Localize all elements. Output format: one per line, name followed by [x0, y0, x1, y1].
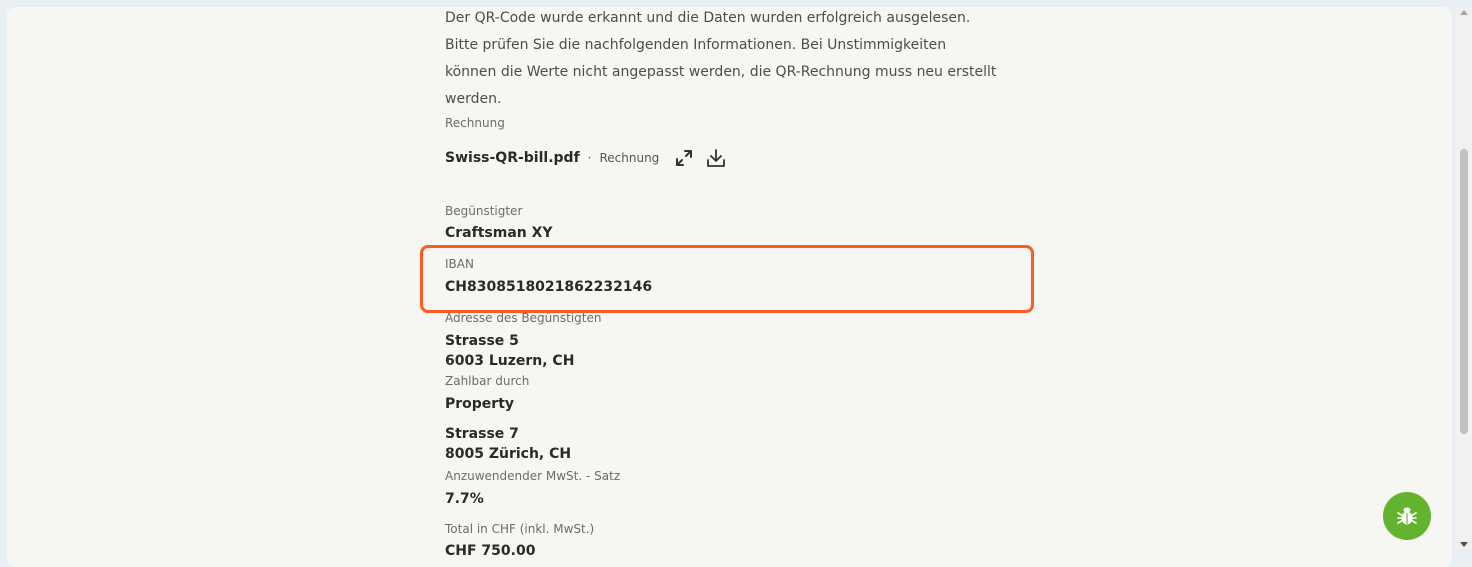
bug-report-button[interactable]: [1383, 492, 1431, 540]
scroll-down-arrow-icon[interactable]: [1460, 542, 1468, 547]
scroll-up-arrow-icon[interactable]: [1460, 10, 1468, 15]
intro-line-2: Bitte prüfen Sie die nachfolgenden Infor…: [445, 37, 947, 53]
invoice-label: Rechnung: [445, 116, 505, 130]
vat-value: 7.7%: [445, 491, 484, 507]
intro-line-1: Der QR-Code wurde erkannt und die Daten …: [445, 10, 971, 26]
total-value: CHF 750.00: [445, 543, 536, 559]
payable-by-label: Zahlbar durch: [445, 374, 530, 388]
vat-label: Anzuwendender MwSt. - Satz: [445, 469, 621, 483]
beneficiary-value: Craftsman XY: [445, 225, 553, 241]
vertical-scrollbar[interactable]: [1456, 7, 1472, 550]
beneficiary-street: Strasse 5: [445, 333, 519, 349]
expand-icon[interactable]: [673, 147, 695, 169]
invoice-file-name[interactable]: Swiss-QR-bill.pdf: [445, 150, 580, 166]
beneficiary-address: Strasse 5 6003 Luzern, CH: [445, 331, 574, 371]
payable-by-address: Strasse 7 8005 Zürich, CH: [445, 424, 571, 464]
intro-line-3: können die Werte nicht angepasst werden,…: [445, 64, 997, 80]
iban-highlight-box: [420, 245, 1034, 313]
intro-line-4: werden.: [445, 91, 502, 107]
invoice-file-type: Rechnung: [599, 151, 660, 165]
beneficiary-label: Begünstigter: [445, 204, 523, 218]
separator-dot: ·: [587, 151, 592, 165]
beneficiary-city: 6003 Luzern, CH: [445, 353, 575, 369]
scroll-thumb[interactable]: [1460, 149, 1468, 434]
bug-icon: [1397, 507, 1417, 525]
payable-by-name: Property: [445, 396, 515, 412]
payable-by-city: 8005 Zürich, CH: [445, 446, 572, 462]
beneficiary-address-label: Adresse des Begünstigten: [445, 311, 602, 325]
invoice-file-row: Swiss-QR-bill.pdf · Rechnung: [445, 147, 727, 169]
payable-by-street: Strasse 7: [445, 426, 519, 442]
total-label: Total in CHF (inkl. MwSt.): [445, 522, 595, 536]
download-icon[interactable]: [705, 147, 727, 169]
